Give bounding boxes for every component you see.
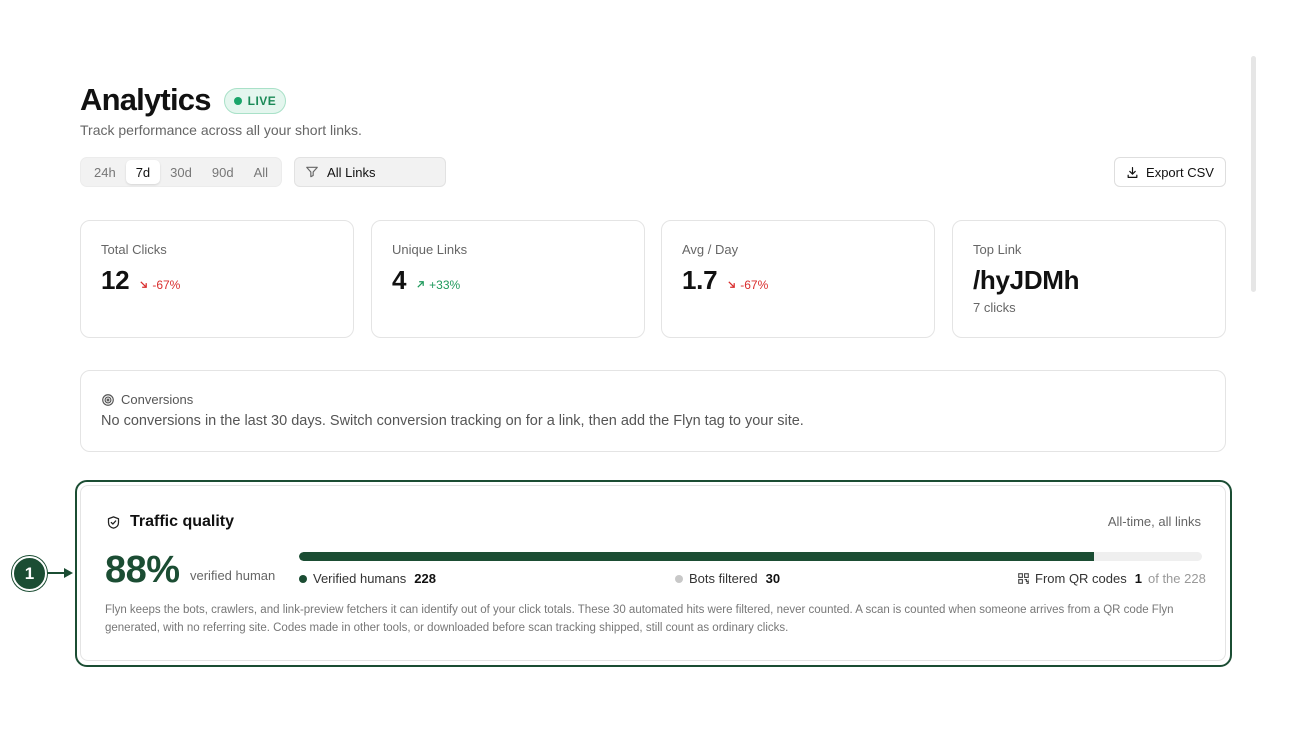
arrow-up-right-icon <box>417 281 425 288</box>
download-icon <box>1127 166 1138 178</box>
traffic-quality-header: Traffic quality <box>106 513 234 531</box>
shield-check-icon <box>107 515 120 529</box>
traffic-quality-bar <box>299 552 1202 561</box>
verified-human-percent: 88% <box>105 549 180 591</box>
callout-number: 1 <box>24 563 35 583</box>
conversions-card: Conversions No conversions in the last 3… <box>80 370 1226 452</box>
qr-suffix: of the 228 <box>1147 571 1206 586</box>
verified-human-bar-fill <box>299 552 1094 561</box>
stat-label: Top Link <box>973 242 1022 257</box>
verified-label: Verified humans <box>313 571 407 586</box>
stat-card-unique-links: Unique Links 4 +33% <box>371 220 645 338</box>
callout-marker: 1 <box>12 556 47 591</box>
bots-dot-icon <box>675 574 683 583</box>
legend-bots-filtered: Bots filtered 30 <box>675 571 780 586</box>
stat-value: 12 <box>101 265 130 295</box>
stat-delta-value: -67% <box>152 277 181 292</box>
conversions-title: Conversions <box>121 392 194 407</box>
page-title: Analytics <box>80 82 211 117</box>
stat-delta: -67% <box>727 278 768 292</box>
time-range-selector: 24h 7d 30d 90d All <box>80 157 283 187</box>
stat-label: Unique Links <box>392 242 468 257</box>
stat-delta-value: +33% <box>429 277 461 292</box>
range-90d-button[interactable]: 90d <box>202 160 244 184</box>
callout-arrowhead <box>64 568 73 578</box>
stat-card-top-link: Top Link /hyJDMh 7 clicks <box>952 220 1226 338</box>
verified-dot-icon <box>299 574 307 583</box>
range-all-button[interactable]: All <box>244 160 278 184</box>
arrow-down-right-icon <box>728 281 736 288</box>
page-scrollbar[interactable] <box>1251 56 1256 292</box>
traffic-quality-title: Traffic quality <box>130 513 235 530</box>
funnel-icon <box>306 166 318 178</box>
stat-card-total-clicks: Total Clicks 12 -67% <box>80 220 354 338</box>
range-24h-button[interactable]: 24h <box>84 160 126 184</box>
conversions-header: Conversions <box>101 392 193 407</box>
legend-qr-codes: From QR codes 1 of the 228 <box>1018 571 1206 586</box>
arrow-down-right-icon <box>140 281 148 288</box>
stat-value: 4 <box>392 265 407 295</box>
qr-count: 1 <box>1134 571 1142 586</box>
stat-row: 4 +33% <box>392 265 460 296</box>
stat-row: 12 -67% <box>101 265 180 296</box>
target-icon <box>102 393 114 406</box>
link-filter-select[interactable]: All Links <box>294 157 447 187</box>
live-badge-label: LIVE <box>247 94 277 108</box>
range-7d-button[interactable]: 7d <box>125 160 161 184</box>
stat-delta: -67% <box>139 278 180 292</box>
conversions-empty-text: No conversions in the last 30 days. Swit… <box>101 413 804 429</box>
stat-row: 1.7 -67% <box>682 265 768 296</box>
traffic-quality-card: Traffic quality All-time, all links 88% … <box>80 485 1226 661</box>
top-link-clicks: 7 clicks <box>973 300 1016 315</box>
page-subtitle: Track performance across all your short … <box>80 122 362 138</box>
link-filter-label: All Links <box>327 164 376 180</box>
bots-label: Bots filtered <box>689 571 758 586</box>
bots-count: 30 <box>765 571 781 586</box>
callout-connector <box>47 572 65 574</box>
top-link-value[interactable]: /hyJDMh <box>973 265 1080 296</box>
export-csv-button[interactable]: Export CSV <box>1114 157 1226 187</box>
page-header: Analytics LIVE <box>80 82 287 118</box>
traffic-quality-scope: All-time, all links <box>1107 514 1201 529</box>
legend-verified-humans: Verified humans 228 <box>299 571 436 586</box>
qr-label: From QR codes <box>1035 571 1127 586</box>
stat-label: Avg / Day <box>682 242 739 257</box>
stat-label: Total Clicks <box>101 242 167 257</box>
stat-delta-value: -67% <box>740 277 769 292</box>
live-badge: LIVE <box>223 88 287 114</box>
qr-code-icon <box>1018 573 1029 584</box>
stat-value: 1.7 <box>682 265 718 295</box>
verified-human-label: verified human <box>190 568 276 583</box>
stat-delta: +33% <box>416 278 460 292</box>
verified-count: 228 <box>414 571 436 586</box>
controls-bar: 24h 7d 30d 90d All All Links <box>80 157 447 187</box>
traffic-quality-description: Flyn keeps the bots, crawlers, and link-… <box>105 604 1174 634</box>
range-30d-button[interactable]: 30d <box>160 160 202 184</box>
stat-card-avg-day: Avg / Day 1.7 -67% <box>661 220 935 338</box>
export-csv-label: Export CSV <box>1146 164 1214 180</box>
live-dot-icon <box>233 97 242 105</box>
